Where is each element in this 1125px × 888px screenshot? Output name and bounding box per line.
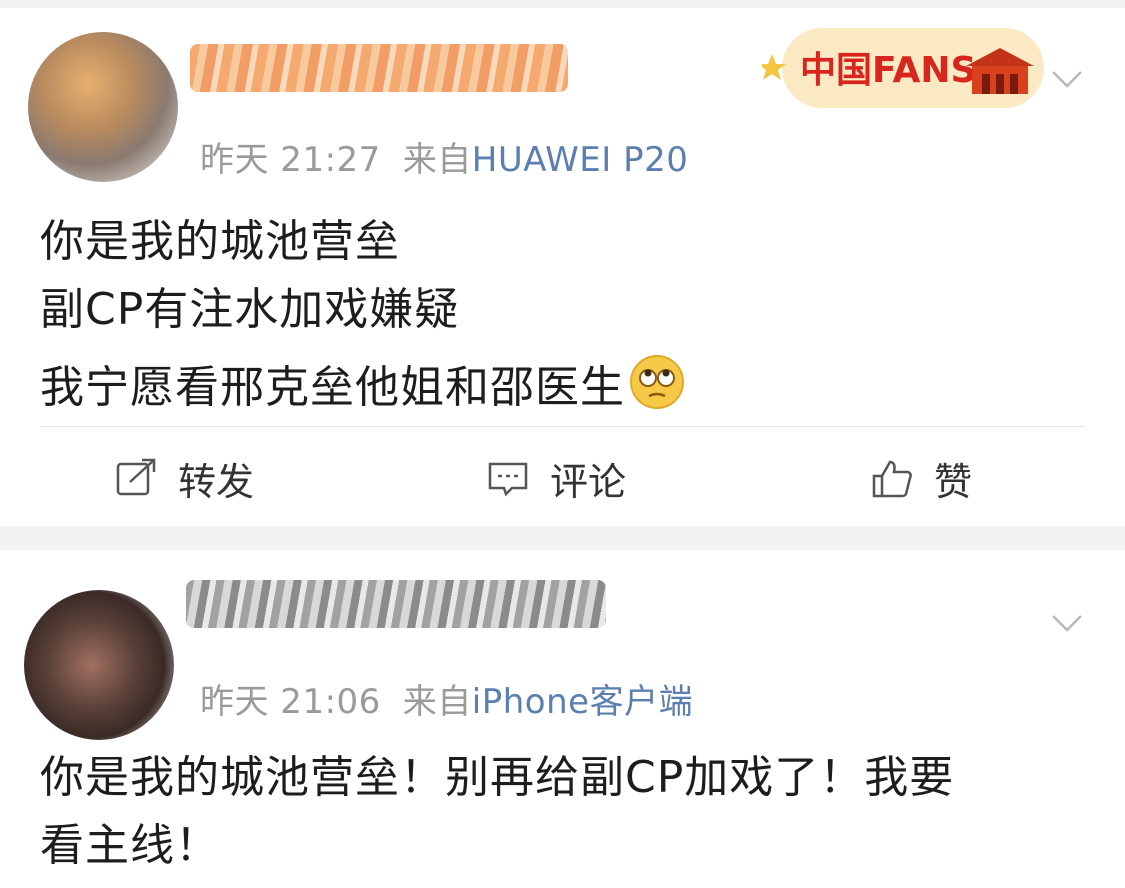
post-text-line: 你是我的城池营垒！别再给副CP加戏了！我要 — [40, 752, 955, 803]
like-label: 赞 — [934, 459, 973, 504]
post-meta: 昨天 21:27 来自HUAWEI P20 — [200, 132, 688, 181]
post-card: 昨天 21:06 来自iPhone客户端 你是我的城池营垒！别再给副CP加戏了！我… — [0, 550, 1125, 888]
avatar[interactable] — [24, 590, 174, 740]
username-redacted[interactable] — [190, 44, 568, 92]
post-card: 中国FANS 昨天 21:27 来自HUAWEI P20 你是我的城池营垒 副CP… — [0, 8, 1125, 526]
like-icon — [872, 460, 912, 498]
china-fans-badge[interactable]: 中国FANS — [762, 24, 1046, 112]
username-redacted[interactable] — [186, 580, 606, 628]
source-link[interactable]: iPhone客户端 — [472, 682, 693, 722]
chevron-down-icon[interactable] — [1047, 58, 1087, 98]
divider — [40, 426, 1085, 427]
badge-text: 中国FANS — [800, 50, 976, 91]
repost-button[interactable]: 转发 — [114, 448, 254, 508]
post-text-line: 看主线！ — [40, 820, 220, 871]
chevron-down-icon[interactable] — [1047, 602, 1087, 642]
comment-button[interactable]: 评论 — [486, 448, 626, 508]
post-meta: 昨天 21:06 来自iPhone客户端 — [200, 674, 693, 723]
source-prefix: 来自 — [402, 140, 472, 180]
post-text-content: 我宁愿看邢克垒他姐和邵医生 — [40, 362, 625, 413]
comment-label: 评论 — [550, 459, 627, 504]
source-link[interactable]: HUAWEI P20 — [472, 140, 689, 180]
avatar[interactable] — [28, 32, 178, 182]
source-prefix: 来自 — [402, 682, 472, 722]
repost-icon — [116, 458, 156, 496]
post-time: 昨天 21:27 — [200, 140, 381, 180]
rolling-eyes-emoji-icon — [630, 355, 684, 409]
post-text-line: 你是我的城池营垒 — [40, 216, 400, 267]
like-button[interactable]: 赞 — [870, 448, 972, 508]
post-text-line: 副CP有注水加戏嫌疑 — [40, 284, 460, 335]
post-text-line: 我宁愿看邢克垒他姐和邵医生 — [40, 354, 685, 410]
repost-label: 转发 — [178, 459, 255, 504]
post-time: 昨天 21:06 — [200, 682, 381, 722]
comment-icon — [488, 462, 528, 497]
